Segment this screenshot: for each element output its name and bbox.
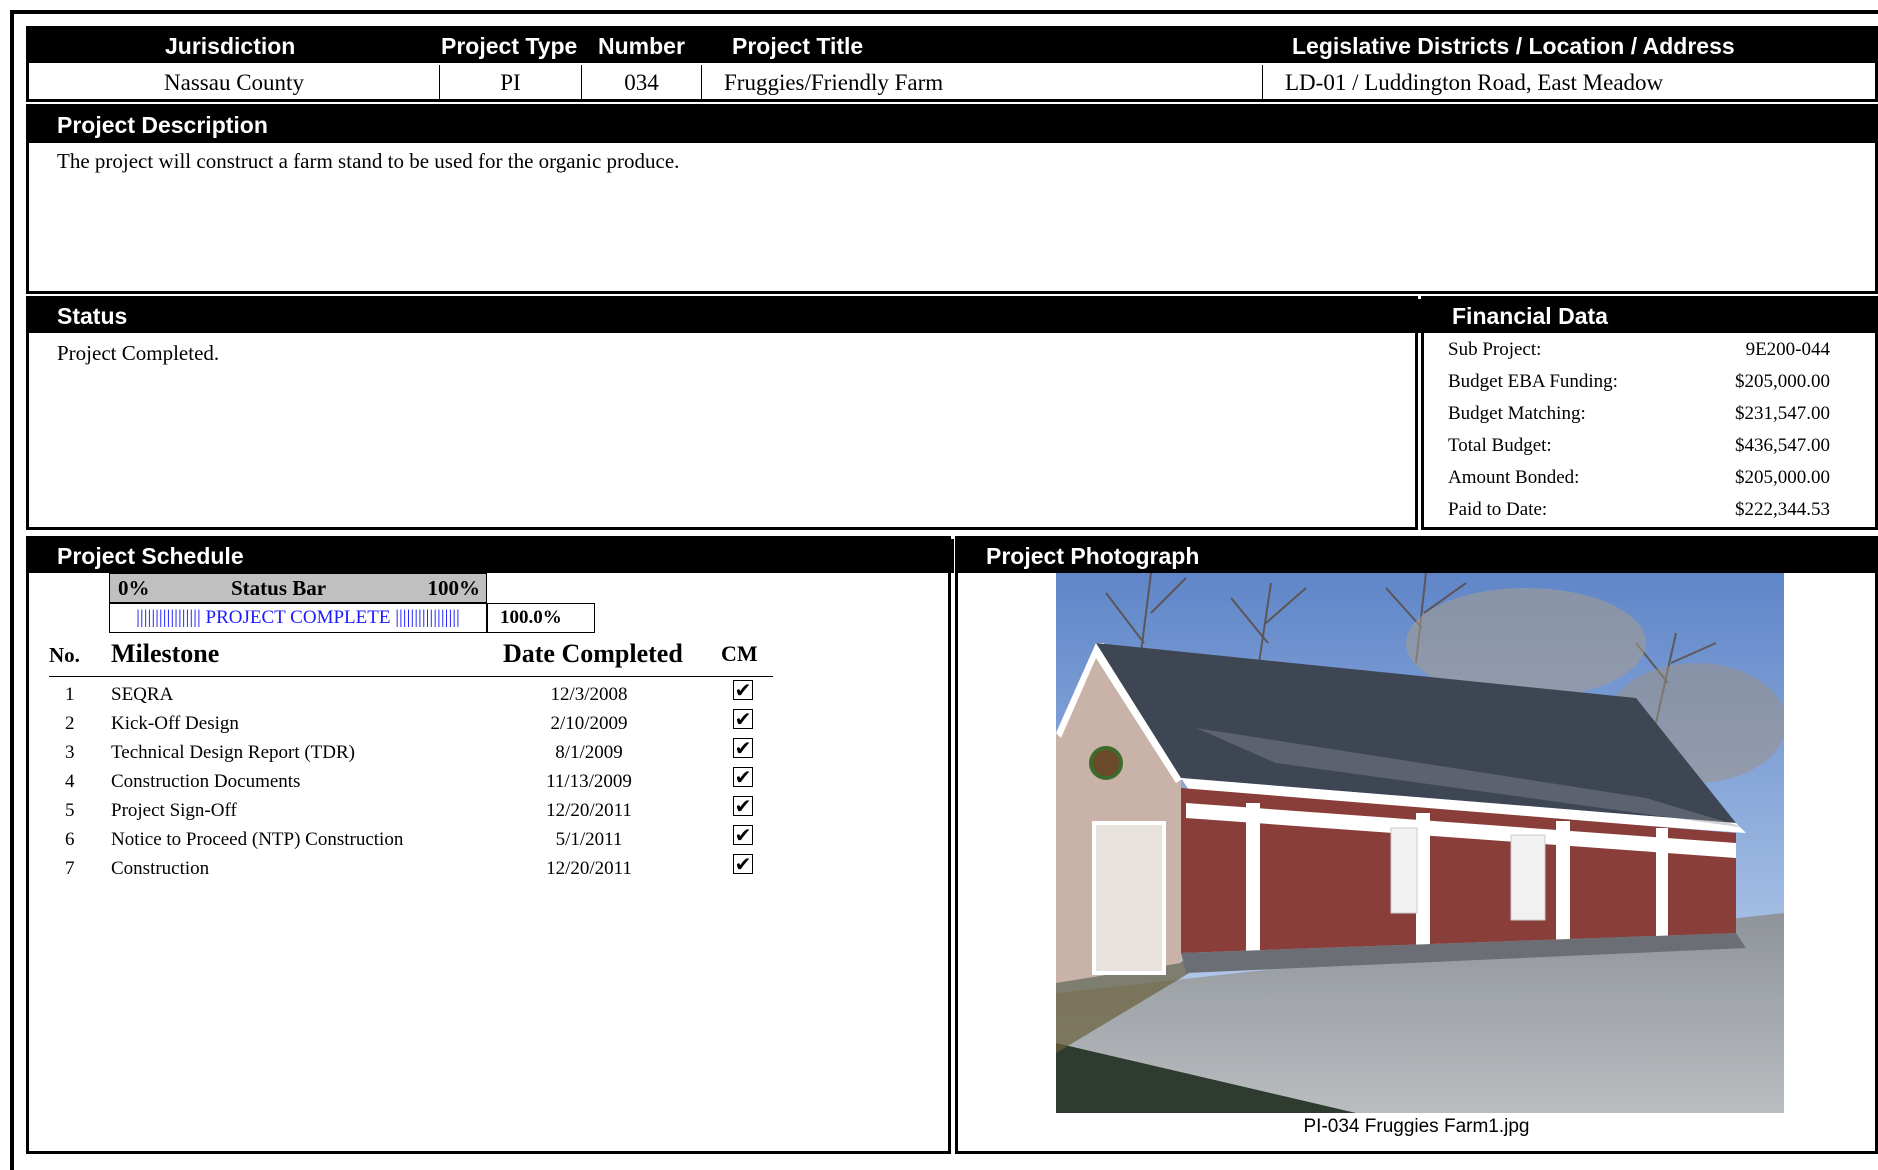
milestone-no: 2 [65, 713, 75, 734]
fin-value-amount-bonded: $205,000.00 [1735, 467, 1830, 488]
status-bar-text: ||||||||||||||||| PROJECT COMPLETE |||||… [136, 607, 460, 628]
status-bar-title: Status Bar [231, 576, 327, 600]
milestone-name: Technical Design Report (TDR) [111, 742, 356, 763]
milestone-no: 5 [65, 800, 75, 821]
fin-value-matching: $231,547.00 [1735, 403, 1830, 424]
financial-title: Financial Data [1424, 299, 1878, 333]
fin-label-sub-project: Sub Project: [1448, 339, 1542, 360]
milestone-date: 11/13/2009 [546, 771, 632, 792]
status-bar-track: ||||||||||||||||| PROJECT COMPLETE |||||… [109, 603, 487, 633]
milestone-col-date: Date Completed [503, 639, 683, 668]
milestone-no: 6 [65, 829, 75, 850]
description-title: Project Description [29, 107, 1878, 143]
milestone-row: 7 Construction 12/20/2011 ✔ [29, 854, 769, 883]
milestone-row: 2 Kick-Off Design 2/10/2009 ✔ [29, 709, 769, 738]
photo-panel: Project Photograph PI-034 Fruggies Farm1… [955, 536, 1878, 1154]
milestone-no: 4 [65, 771, 75, 792]
schedule-title: Project Schedule [29, 539, 954, 573]
photo-title: Project Photograph [958, 539, 1878, 573]
milestone-col-no: No. [49, 643, 80, 667]
project-type-value: PI [440, 65, 582, 101]
fin-label-matching: Budget Matching: [1448, 403, 1586, 424]
milestone-check-icon: ✔ [733, 736, 753, 760]
milestone-row: 4 Construction Documents 11/13/2009 ✔ [29, 767, 769, 796]
status-text: Project Completed. [57, 341, 220, 365]
milestone-check-icon: ✔ [733, 794, 753, 818]
milestone-name: Kick-Off Design [111, 713, 239, 734]
milestone-date: 12/20/2011 [546, 800, 632, 821]
milestone-date: 12/3/2008 [550, 684, 628, 705]
photo-caption: PI-034 Fruggies Farm1.jpg [1303, 1116, 1530, 1137]
milestone-check-icon: ✔ [733, 823, 753, 847]
milestone-no: 3 [65, 742, 75, 763]
milestone-header-rule [49, 676, 773, 677]
milestone-row: 1 SEQRA 12/3/2008 ✔ [29, 680, 769, 709]
milestone-name: Project Sign-Off [111, 800, 237, 821]
milestone-date: 2/10/2009 [550, 713, 628, 734]
status-panel: Status Project Completed. [26, 296, 1421, 530]
milestone-col-cm: CM [721, 641, 758, 666]
fin-value-paid-to-date: $222,344.53 [1735, 499, 1830, 520]
milestone-no: 7 [65, 858, 75, 879]
description-panel: Project Description The project will con… [26, 104, 1878, 294]
milestone-date: 8/1/2009 [555, 742, 623, 763]
fin-label-paid-to-date: Paid to Date: [1448, 499, 1548, 520]
milestone-name: SEQRA [111, 684, 174, 705]
status-bar-percent: 100.0% [487, 603, 595, 633]
fin-value-sub-project: 9E200-044 [1745, 339, 1830, 360]
col-jurisdiction: Jurisdiction [165, 33, 296, 59]
number-value: 034 [582, 65, 702, 101]
milestone-name: Construction [111, 858, 210, 879]
fin-value-total-budget: $436,547.00 [1735, 435, 1830, 456]
col-number: Number [598, 33, 685, 59]
status-bar-min-label: 0% [118, 576, 150, 600]
milestone-row: 6 Notice to Proceed (NTP) Construction 5… [29, 825, 769, 854]
milestone-date: 12/20/2011 [546, 858, 632, 879]
milestone-name: Notice to Proceed (NTP) Construction [111, 829, 404, 850]
status-bar-header: 0% Status Bar 100% [109, 573, 487, 603]
milestone-row: 5 Project Sign-Off 12/20/2011 ✔ [29, 796, 769, 825]
schedule-panel: Project Schedule 0% Status Bar 100% ||||… [26, 536, 954, 1154]
location-value: LD-01 / Luddington Road, East Meadow [1285, 70, 1664, 95]
project-title-value: Fruggies/Friendly Farm [702, 65, 1263, 101]
status-bar-max-label: 100% [427, 576, 481, 600]
col-project-title: Project Title [732, 33, 864, 59]
fin-label-amount-bonded: Amount Bonded: [1448, 467, 1580, 488]
milestone-name: Construction Documents [111, 771, 301, 792]
milestone-check-icon: ✔ [733, 707, 753, 731]
fin-value-eba-funding: $205,000.00 [1735, 371, 1830, 392]
milestone-check-icon: ✔ [733, 765, 753, 789]
col-project-type: Project Type [441, 33, 578, 59]
header-column-bar: Jurisdiction Project Type Number Project… [29, 29, 1878, 63]
project-photo [1056, 573, 1784, 1113]
col-location: Legislative Districts / Location / Addre… [1292, 33, 1735, 59]
header-table: Jurisdiction Project Type Number Project… [26, 26, 1878, 102]
fin-label-eba-funding: Budget EBA Funding: [1448, 371, 1618, 392]
fin-label-total-budget: Total Budget: [1448, 435, 1552, 456]
financial-panel: Financial Data Sub Project: 9E200-044 Bu… [1421, 296, 1878, 530]
status-title: Status [29, 299, 1421, 333]
jurisdiction-value: Nassau County [29, 65, 440, 101]
milestone-check-icon: ✔ [733, 852, 753, 876]
milestone-date: 5/1/2011 [555, 829, 623, 850]
milestone-col-milestone: Milestone [111, 639, 220, 668]
milestone-row: 3 Technical Design Report (TDR) 8/1/2009… [29, 738, 769, 767]
description-text: The project will construct a farm stand … [57, 149, 680, 173]
milestone-check-icon: ✔ [733, 678, 753, 702]
milestone-no: 1 [65, 684, 75, 705]
